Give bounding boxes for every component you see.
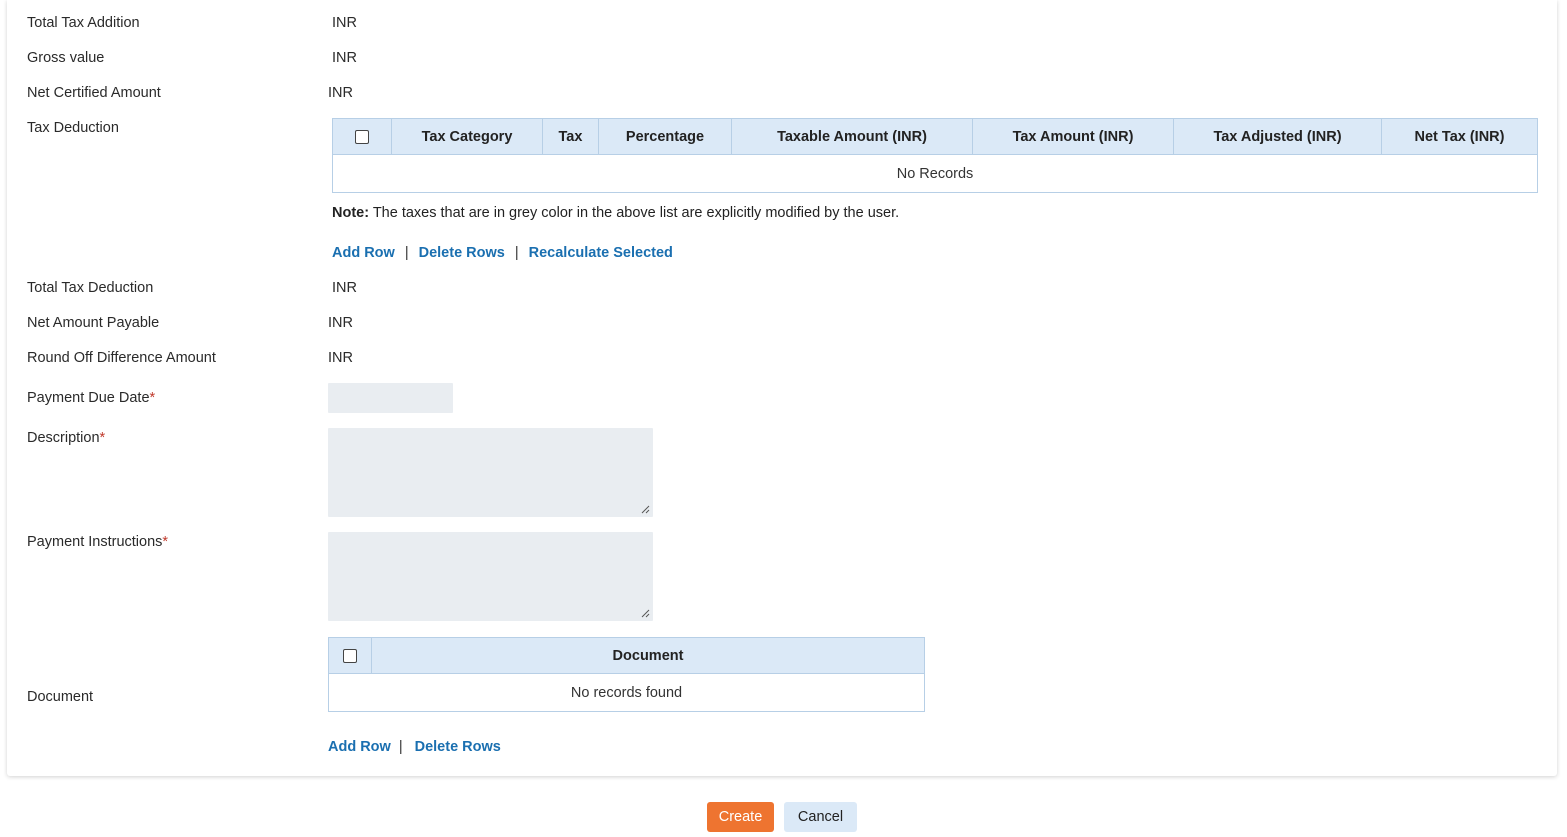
separator: |: [514, 245, 519, 261]
tax-row-actions: Add Row | Delete Rows | Recalculate Selected: [332, 245, 673, 261]
delete-rows-link[interactable]: Delete Rows: [419, 245, 505, 261]
table-row: No Records: [332, 154, 1538, 193]
note-body: The taxes that are in grey color in the …: [369, 205, 900, 221]
document-label: Document: [27, 689, 94, 705]
net-certified-amount-value: INR: [328, 85, 353, 101]
required-asterisk: *: [149, 390, 156, 406]
payment-due-date-label: Payment Due Date*: [27, 390, 155, 406]
net-certified-amount-label: Net Certified Amount: [27, 85, 161, 101]
col-net-tax[interactable]: Net Tax (INR): [1381, 118, 1538, 155]
round-off-difference-value: INR: [328, 350, 353, 366]
tax-table-header-row: Tax Category Tax Percentage Taxable Amou…: [332, 118, 1538, 155]
separator: |: [404, 245, 409, 261]
round-off-difference-label: Round Off Difference Amount: [27, 350, 216, 366]
required-asterisk: *: [162, 534, 169, 550]
col-tax[interactable]: Tax: [542, 118, 599, 155]
payment-instructions-label-text: Payment Instructions: [27, 534, 163, 550]
gross-value-label: Gross value: [27, 50, 105, 66]
doc-select-all-checkbox[interactable]: [343, 648, 357, 663]
create-button[interactable]: Create: [707, 802, 774, 832]
doc-add-row-link[interactable]: Add Row: [328, 739, 391, 755]
doc-delete-rows-link[interactable]: Delete Rows: [415, 739, 501, 755]
document-table: Document No records found: [328, 637, 925, 712]
col-taxable-amount[interactable]: Taxable Amount (INR): [731, 118, 973, 155]
doc-select-all-cell: [328, 637, 372, 674]
payment-instructions-label: Payment Instructions*: [27, 534, 168, 550]
col-tax-adjusted[interactable]: Tax Adjusted (INR): [1173, 118, 1382, 155]
empty-records-cell: No Records: [332, 154, 1538, 193]
table-row: No records found: [328, 673, 925, 712]
document-row-actions: Add Row | Delete Rows: [328, 739, 501, 755]
cancel-button[interactable]: Cancel: [784, 802, 857, 832]
empty-documents-cell: No records found: [328, 673, 925, 712]
note-text: Note: The taxes that are in grey color i…: [332, 205, 899, 221]
tax-deduction-table: Tax Category Tax Percentage Taxable Amou…: [332, 118, 1538, 193]
form-card: Total Tax Addition INR Gross value INR N…: [7, 0, 1557, 776]
col-tax-category[interactable]: Tax Category: [391, 118, 543, 155]
recalculate-selected-link[interactable]: Recalculate Selected: [529, 245, 673, 261]
payment-due-date-label-text: Payment Due Date: [27, 390, 150, 406]
description-textarea[interactable]: [328, 428, 653, 517]
payment-due-date-input[interactable]: [328, 383, 453, 413]
gross-value-value: INR: [332, 50, 357, 66]
total-tax-addition-value: INR: [332, 15, 357, 31]
add-row-link[interactable]: Add Row: [332, 245, 395, 261]
description-label-text: Description: [27, 430, 100, 446]
doc-table-header-row: Document: [328, 637, 925, 674]
col-percentage[interactable]: Percentage: [598, 118, 732, 155]
required-asterisk: *: [99, 430, 106, 446]
resize-grip-icon[interactable]: [641, 609, 650, 618]
col-tax-amount[interactable]: Tax Amount (INR): [972, 118, 1174, 155]
separator: |: [398, 739, 403, 755]
net-amount-payable-label: Net Amount Payable: [27, 315, 160, 331]
tax-deduction-label: Tax Deduction: [27, 120, 119, 136]
resize-grip-icon[interactable]: [641, 505, 650, 514]
note-label: Note:: [332, 205, 370, 221]
total-tax-deduction-value: INR: [332, 280, 357, 296]
payment-instructions-textarea[interactable]: [328, 532, 653, 621]
net-amount-payable-value: INR: [328, 315, 353, 331]
col-document[interactable]: Document: [371, 637, 925, 674]
select-all-checkbox[interactable]: [355, 129, 369, 144]
total-tax-deduction-label: Total Tax Deduction: [27, 280, 154, 296]
tax-select-all-cell: [332, 118, 392, 155]
total-tax-addition-label: Total Tax Addition: [27, 15, 140, 31]
description-label: Description*: [27, 430, 105, 446]
